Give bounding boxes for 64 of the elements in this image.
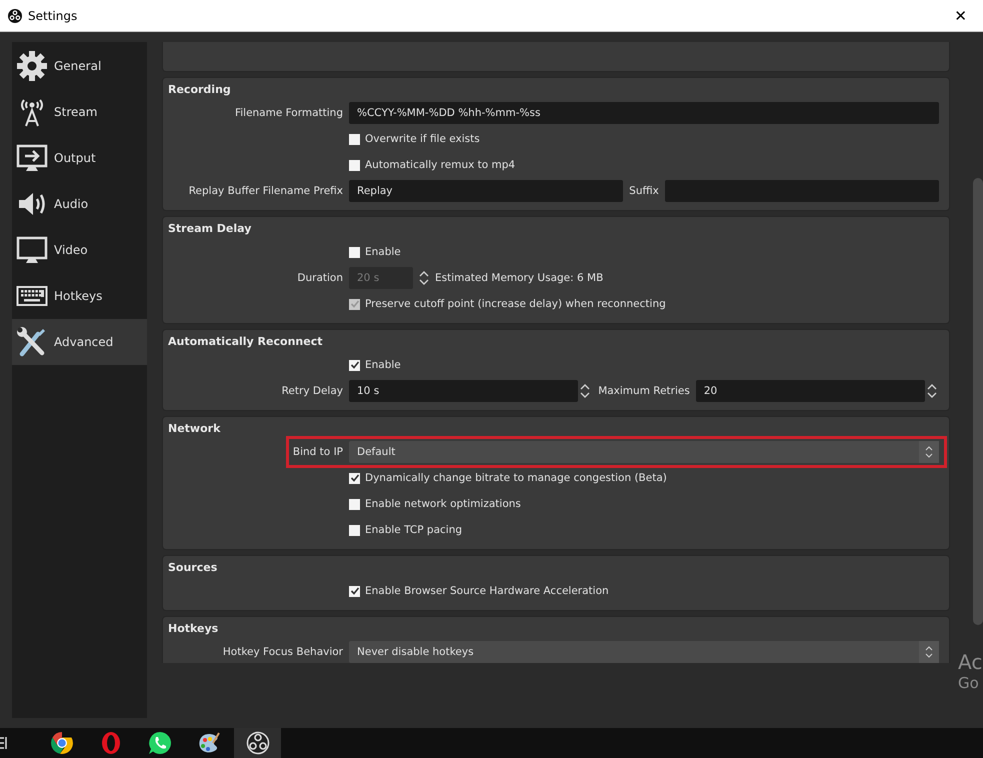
checkbox[interactable] [349,498,360,510]
checkbox[interactable] [349,472,360,484]
sidebar-item[interactable]: Hotkeys [12,273,147,319]
palette-icon [196,731,220,755]
field-label: Suffix [629,185,659,197]
checkbox-label: Preserve cutoff point (increase delay) when reconnecting [365,298,666,310]
sidebar-item[interactable]: Stream [12,89,147,135]
close-button[interactable]: ✕ [946,6,975,24]
group-title: Network [168,421,222,437]
sidebar-item[interactable]: Output [12,135,147,181]
sidebar-item[interactable]: Audio [12,181,147,227]
field-label: Replay Buffer Filename Prefix [188,185,343,197]
window-title: Settings [28,8,78,22]
group-title: Stream Delay [168,221,252,237]
checkbox-label: Enable [365,246,401,258]
updown-icon [925,446,933,458]
checkbox[interactable] [349,246,360,258]
text-field[interactable] [664,180,939,202]
field-label: Filename Formatting [234,107,343,119]
updown-icon [925,646,933,658]
ring-icon [100,731,122,755]
sidebar-item[interactable]: Video [12,227,147,273]
sidebar-item[interactable]: General [12,43,147,89]
group-title: Recording [168,82,232,98]
checkbox-label: Enable network optimizations [365,498,521,510]
field-label: Retry Delay [280,385,343,397]
spin-field[interactable]: 10 s [349,380,578,402]
field-label: Hotkey Focus Behavior [222,646,343,658]
checkbox[interactable] [349,160,360,170]
field-label: Duration [296,272,343,284]
checkbox-label: Enable Browser Source Hardware Acceleration [365,585,609,597]
browser-icon [50,731,74,755]
spin-field[interactable]: 20 [696,380,926,402]
dropdown[interactable]: Default [349,441,939,463]
group-title: Automatically Reconnect [168,334,324,350]
monitor-icon [16,234,48,266]
activation-notice: Go [958,674,980,692]
checkbox[interactable] [349,524,360,536]
checkbox-label: Overwrite if file exists [365,133,480,145]
sidebar-item[interactable]: Advanced [12,319,147,365]
checkbox[interactable] [349,586,360,596]
text-field[interactable]: Replay [349,180,624,202]
checkbox[interactable] [349,360,360,370]
group-title: Sources [168,560,218,576]
chat-icon [148,731,172,755]
gear-icon [16,50,48,82]
checkbox-label: Enable [365,359,401,371]
scrollbar-thumb[interactable] [973,178,983,625]
memory-note: Estimated Memory Usage: 6 MB [435,272,604,284]
checkbox-label: Automatically remux to mp4 [365,159,516,171]
tools-icon [16,326,48,358]
activation-notice: Ac [958,650,982,674]
taskbar-app[interactable] [234,728,281,758]
dropdown[interactable]: Never disable hotkeys [349,641,939,663]
checkbox-label: Enable TCP pacing [365,524,462,536]
monitor-arrow-icon [16,142,48,174]
field-label: Bind to IP [292,446,343,458]
obs-icon [246,731,270,755]
text-field[interactable]: %CCYY-%MM-%DD %hh-%mm-%ss [349,102,939,124]
checkbox[interactable] [349,134,360,144]
checkbox-label: Dynamically change bitrate to manage congestion (Beta) [365,472,667,484]
app-logo-icon [8,8,22,22]
field-label: Maximum Retries [598,385,690,397]
group-title: Hotkeys [168,621,220,637]
